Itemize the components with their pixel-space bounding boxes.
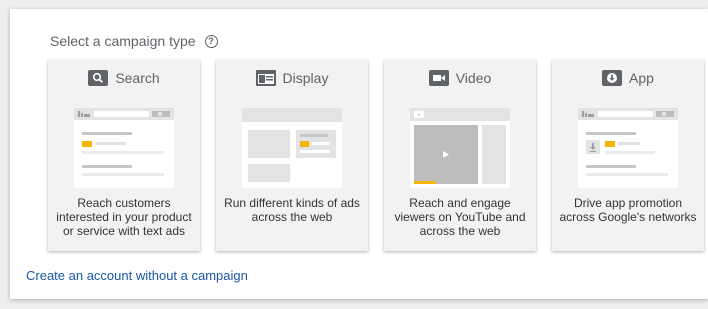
video-ad-illustration bbox=[410, 108, 510, 188]
display-icon bbox=[255, 70, 276, 86]
card-title-text: Video bbox=[455, 70, 492, 86]
create-account-without-campaign-link[interactable]: Create an account without a campaign bbox=[26, 268, 248, 283]
card-title: App bbox=[552, 70, 704, 86]
search-ad-illustration bbox=[74, 108, 174, 188]
app-ad-illustration bbox=[578, 108, 678, 188]
video-camera-icon bbox=[428, 70, 449, 86]
display-ad-illustration bbox=[242, 108, 342, 188]
card-description: Run different kinds of ads across the we… bbox=[224, 196, 360, 224]
card-title: Video bbox=[384, 70, 536, 86]
card-title-text: Search bbox=[115, 70, 160, 86]
help-circle-icon[interactable]: ? bbox=[204, 34, 218, 48]
search-campaign-card[interactable]: Search Reach customers interested in you… bbox=[48, 60, 200, 251]
card-description: Drive app promotion across Google's netw… bbox=[559, 196, 697, 224]
card-description: Reach and engage viewers on YouTube and … bbox=[394, 196, 526, 238]
campaign-type-panel: Select a campaign type ? Search Reach cu… bbox=[10, 9, 708, 299]
search-icon bbox=[88, 70, 109, 86]
card-description: Reach customers interested in your produ… bbox=[56, 196, 192, 238]
app-campaign-card[interactable]: App Drive app promotion across Google's … bbox=[552, 60, 704, 251]
heading-text: Select a campaign type bbox=[50, 33, 196, 49]
display-campaign-card[interactable]: Display Run different kinds of ads acros… bbox=[216, 60, 368, 251]
card-title: Search bbox=[48, 70, 200, 86]
app-download-icon bbox=[602, 70, 623, 86]
card-title: Display bbox=[216, 70, 368, 86]
video-campaign-card[interactable]: Video Reach and engage viewers on YouTub… bbox=[384, 60, 536, 251]
card-title-text: Display bbox=[282, 70, 329, 86]
campaign-type-heading: Select a campaign type ? bbox=[50, 33, 218, 49]
card-title-text: App bbox=[629, 70, 654, 86]
